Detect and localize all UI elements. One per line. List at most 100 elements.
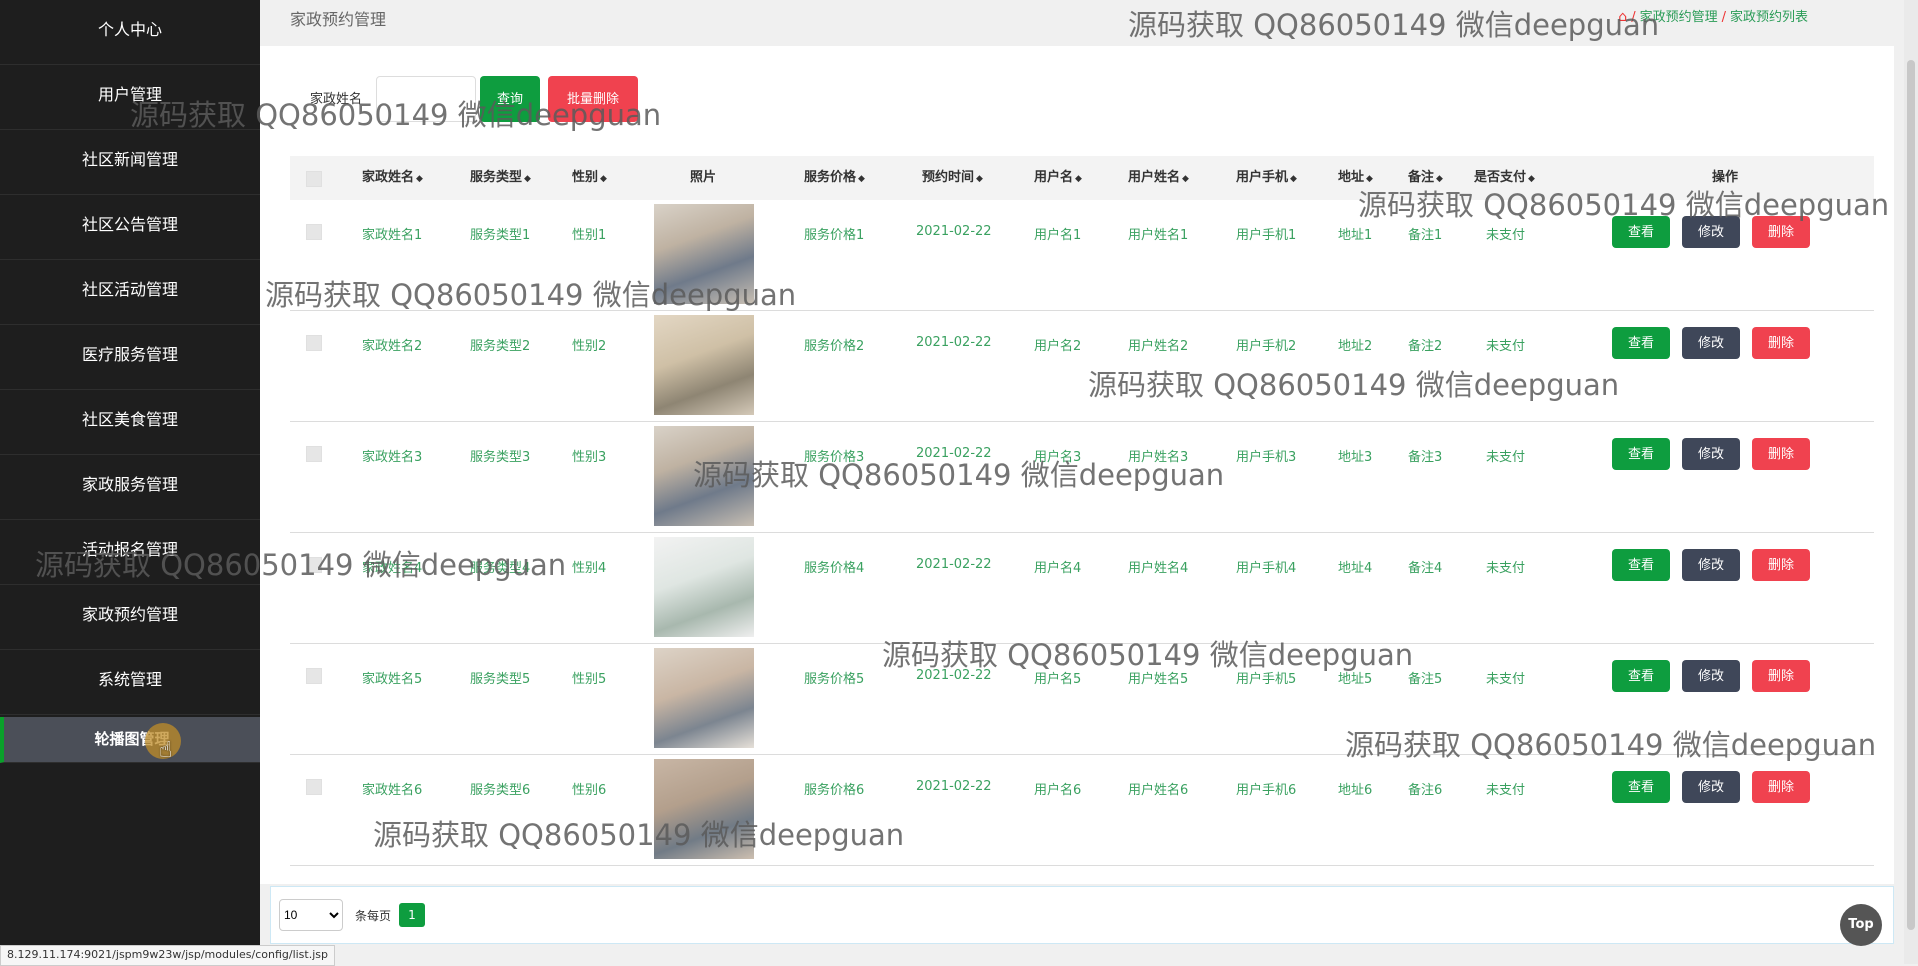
cell-paid: 未支付 [1486, 450, 1526, 465]
scrollbar-thumb[interactable] [1907, 60, 1915, 930]
cell-username: 用户名5 [1034, 672, 1082, 687]
edit-button[interactable]: 修改 [1682, 438, 1740, 470]
delete-button[interactable]: 删除 [1752, 327, 1810, 359]
sidebar-item-carousel-management[interactable]: 轮播图管理 [0, 717, 260, 763]
cell-gender: 性别1 [572, 228, 607, 243]
column-header[interactable]: 预约时间 ◆ [922, 156, 983, 201]
view-button[interactable]: 查看 [1612, 438, 1670, 470]
column-header: 照片 [690, 170, 717, 185]
table-row: 家政姓名1 服务类型1 性别1 服务价格1 2021-02-22 用户名1 用户… [290, 200, 1874, 311]
staff-photo [654, 315, 754, 415]
view-button[interactable]: 查看 [1612, 549, 1670, 581]
cell-name: 家政姓名2 [362, 339, 423, 354]
view-button[interactable]: 查看 [1612, 660, 1670, 692]
column-header[interactable]: 备注 ◆ [1408, 156, 1443, 201]
select-all-checkbox[interactable] [306, 171, 322, 187]
cell-type: 服务类型4 [470, 561, 531, 576]
sort-icon: ◆ [858, 174, 865, 184]
cell-time: 2021-02-22 [916, 335, 992, 350]
column-header[interactable]: 用户名 ◆ [1034, 156, 1082, 201]
delete-button[interactable]: 删除 [1752, 216, 1810, 248]
cell-name: 家政姓名5 [362, 672, 423, 687]
sort-icon: ◆ [1528, 174, 1535, 184]
vertical-scrollbar[interactable] [1904, 0, 1918, 964]
content-panel: 家政姓名 查询 批量删除 家政姓名 ◆ 服务类型 ◆ 性别 ◆ 照片 服务价格 ◆ 预约… [260, 46, 1894, 884]
cell-paid: 未支付 [1486, 228, 1526, 243]
cell-time: 2021-02-22 [916, 779, 992, 794]
sidebar-item-community-notice[interactable]: 社区公告管理 [0, 195, 260, 260]
sidebar-item-community-activity[interactable]: 社区活动管理 [0, 260, 260, 325]
row-checkbox[interactable] [306, 224, 322, 240]
home-icon[interactable]: ⌂ [1618, 9, 1627, 25]
cell-phone: 用户手机4 [1236, 561, 1297, 576]
view-button[interactable]: 查看 [1612, 216, 1670, 248]
cell-type: 服务类型6 [470, 783, 531, 798]
cell-username: 用户名6 [1034, 783, 1082, 798]
row-checkbox[interactable] [306, 335, 322, 351]
sidebar-item-housekeeping-booking[interactable]: 家政预约管理 [0, 585, 260, 650]
sort-icon: ◆ [1366, 174, 1373, 184]
staff-photo [654, 204, 754, 304]
sort-icon: ◆ [524, 174, 531, 184]
page-title: 家政预约管理 [290, 10, 387, 29]
cell-username: 用户名4 [1034, 561, 1082, 576]
sidebar-item-system-management[interactable]: 系统管理 [0, 650, 260, 715]
sidebar-item-community-food[interactable]: 社区美食管理 [0, 390, 260, 455]
table-header: 家政姓名 ◆ 服务类型 ◆ 性别 ◆ 照片 服务价格 ◆ 预约时间 ◆ 用户名 ◆ 用户姓名… [290, 156, 1874, 200]
delete-button[interactable]: 删除 [1752, 549, 1810, 581]
column-header[interactable]: 地址 ◆ [1338, 156, 1373, 201]
table-row: 家政姓名6 服务类型6 性别6 服务价格6 2021-02-22 用户名6 用户… [290, 755, 1874, 866]
cell-realname: 用户姓名4 [1128, 561, 1189, 576]
edit-button[interactable]: 修改 [1682, 216, 1740, 248]
delete-button[interactable]: 删除 [1752, 438, 1810, 470]
query-button[interactable]: 查询 [480, 76, 540, 122]
breadcrumb-item[interactable]: 家政预约列表 [1730, 10, 1808, 25]
sidebar-item-medical-service[interactable]: 医疗服务管理 [0, 325, 260, 390]
sidebar-item-activity-signup[interactable]: 活动报名管理 [0, 520, 260, 585]
column-header[interactable]: 用户姓名 ◆ [1128, 156, 1189, 201]
column-header[interactable]: 服务类型 ◆ [470, 156, 531, 201]
sort-icon: ◆ [1290, 174, 1297, 184]
staff-photo [654, 648, 754, 748]
column-header[interactable]: 用户手机 ◆ [1236, 156, 1297, 201]
cell-gender: 性别4 [572, 561, 607, 576]
sidebar-item-community-news[interactable]: 社区新闻管理 [0, 130, 260, 195]
delete-button[interactable]: 删除 [1752, 771, 1810, 803]
sidebar-item-housekeeping-service[interactable]: 家政服务管理 [0, 455, 260, 520]
breadcrumb-item[interactable]: 家政预约管理 [1640, 10, 1718, 25]
cell-name: 家政姓名6 [362, 783, 423, 798]
column-header[interactable]: 服务价格 ◆ [804, 156, 865, 201]
page-number-current[interactable]: 1 [399, 903, 425, 927]
cell-gender: 性别3 [572, 450, 607, 465]
page-size-select[interactable]: 10 [279, 899, 343, 931]
row-checkbox[interactable] [306, 557, 322, 573]
row-checkbox[interactable] [306, 779, 322, 795]
view-button[interactable]: 查看 [1612, 771, 1670, 803]
edit-button[interactable]: 修改 [1682, 660, 1740, 692]
cell-address: 地址4 [1338, 561, 1373, 576]
edit-button[interactable]: 修改 [1682, 327, 1740, 359]
cell-phone: 用户手机3 [1236, 450, 1297, 465]
search-input[interactable] [376, 76, 476, 122]
cell-price: 服务价格5 [804, 672, 865, 687]
cell-time: 2021-02-22 [916, 668, 992, 683]
main-content: 家政预约管理 ⌂ / 家政预约管理 / 家政预约列表 家政姓名 查询 批量删除 家政姓名… [260, 0, 1918, 964]
sort-icon: ◆ [1075, 174, 1082, 184]
edit-button[interactable]: 修改 [1682, 771, 1740, 803]
row-checkbox[interactable] [306, 668, 322, 684]
back-to-top-button[interactable]: Top [1840, 904, 1882, 946]
cell-address: 地址3 [1338, 450, 1373, 465]
cell-name: 家政姓名1 [362, 228, 423, 243]
column-header[interactable]: 是否支付 ◆ [1474, 156, 1535, 201]
edit-button[interactable]: 修改 [1682, 549, 1740, 581]
batch-delete-button[interactable]: 批量删除 [548, 76, 638, 122]
sidebar-item-personal-center[interactable]: 个人中心 [0, 0, 260, 65]
column-header[interactable]: 家政姓名 ◆ [362, 156, 423, 201]
data-table: 家政姓名 ◆ 服务类型 ◆ 性别 ◆ 照片 服务价格 ◆ 预约时间 ◆ 用户名 ◆ 用户姓名… [290, 156, 1874, 866]
search-label: 家政姓名 [310, 92, 363, 107]
row-checkbox[interactable] [306, 446, 322, 462]
column-header[interactable]: 性别 ◆ [572, 156, 607, 201]
sidebar-item-user-management[interactable]: 用户管理 [0, 65, 260, 130]
delete-button[interactable]: 删除 [1752, 660, 1810, 692]
view-button[interactable]: 查看 [1612, 327, 1670, 359]
